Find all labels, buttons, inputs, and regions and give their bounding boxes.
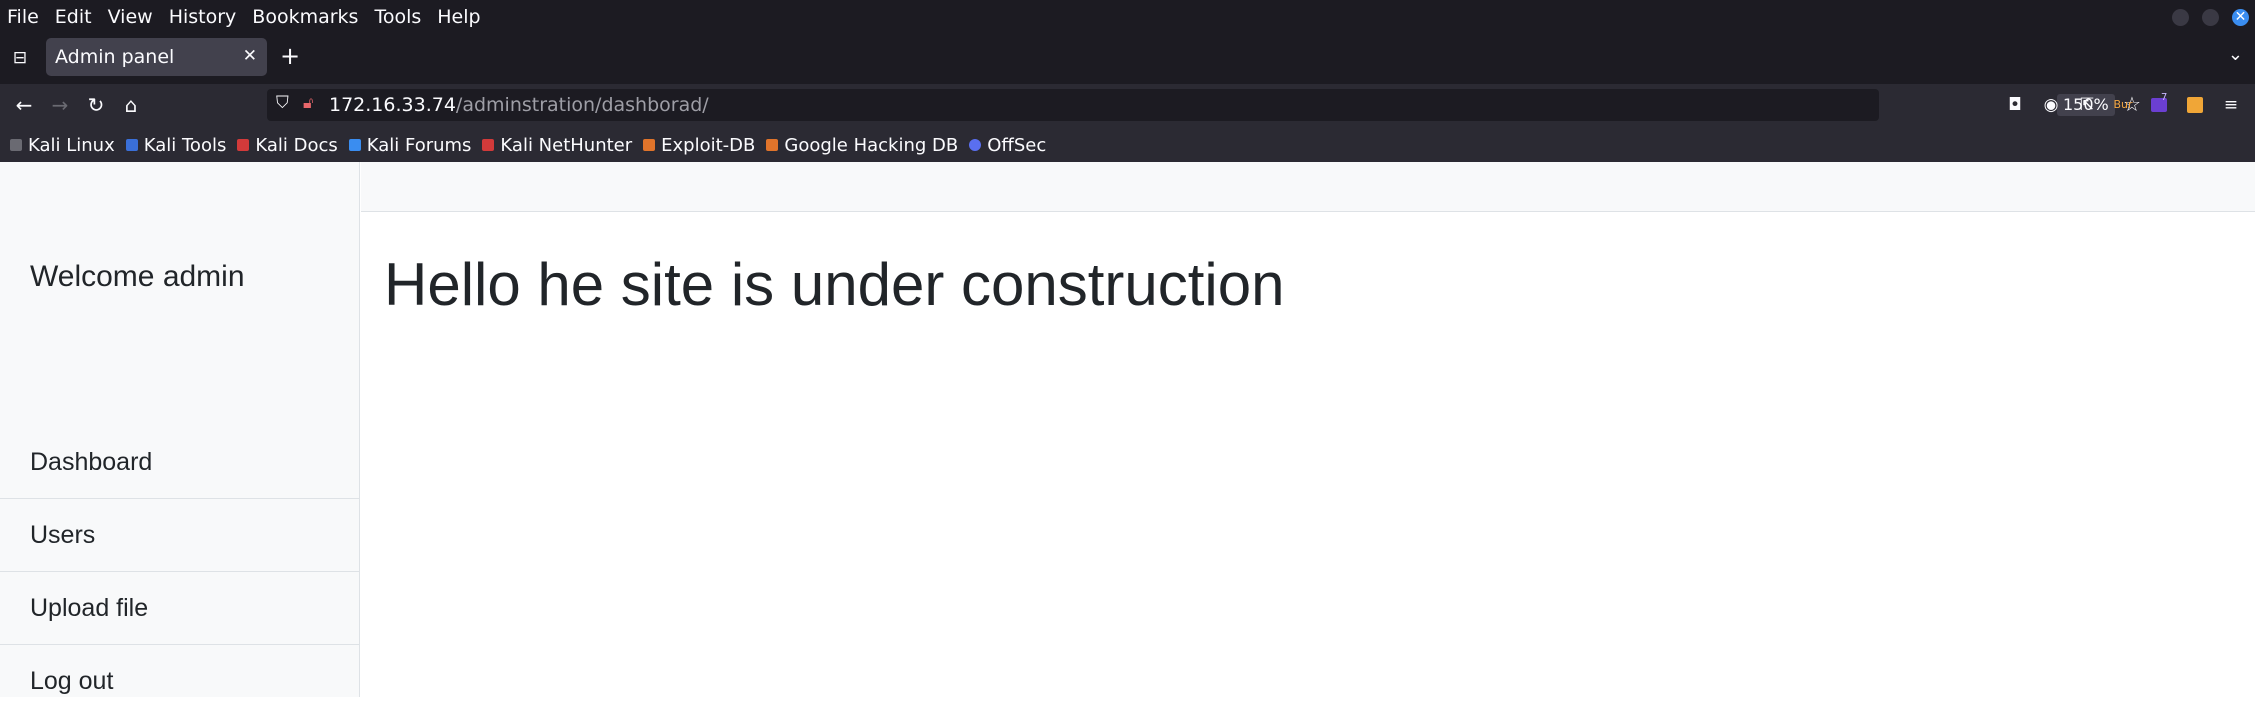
sidebar: Welcome admin Dashboard Users Upload fil… bbox=[0, 162, 360, 697]
pocket-icon[interactable]: ◘ bbox=[2003, 93, 2027, 117]
navigation-bar: ← → ↻ ⌂ ⛉ 🔓︎ 172.16.33.74/adminstration/… bbox=[0, 84, 2255, 128]
minimize-button[interactable] bbox=[2172, 8, 2189, 26]
bookmark-kali-tools[interactable]: Kali Tools bbox=[125, 135, 226, 156]
offsec-icon bbox=[969, 139, 982, 151]
close-window-button[interactable]: ✕ bbox=[2232, 8, 2249, 26]
kali-nethunter-icon bbox=[482, 139, 495, 151]
sidebar-item-log-out[interactable]: Log out bbox=[0, 645, 359, 718]
maximize-button[interactable] bbox=[2202, 8, 2219, 26]
exploit-db-icon bbox=[643, 139, 656, 151]
home-icon[interactable]: ⌂ bbox=[119, 92, 143, 118]
tab-bar: ⊟ Admin panel ✕ + ⌄ bbox=[0, 34, 2255, 84]
bookmarks-toolbar: Kali Linux Kali Tools Kali Docs Kali For… bbox=[0, 128, 2255, 162]
insecure-lock-icon[interactable]: 🔓︎ bbox=[303, 93, 313, 113]
menu-tools[interactable]: Tools bbox=[374, 6, 421, 28]
container-extension-icon[interactable] bbox=[2183, 93, 2207, 117]
menu-history[interactable]: History bbox=[169, 6, 237, 28]
address-bar[interactable]: ⛉ 🔓︎ 172.16.33.74/adminstration/dashbora… bbox=[267, 89, 2141, 121]
bookmark-kali-forums[interactable]: Kali Forums bbox=[348, 135, 471, 156]
bookmark-google-hacking-db[interactable]: Google Hacking DB bbox=[766, 135, 958, 156]
url-text[interactable]: 172.16.33.74/adminstration/dashborad/ bbox=[329, 94, 709, 116]
menu-file[interactable]: File bbox=[7, 6, 39, 28]
sidebar-item-dashboard[interactable]: Dashboard bbox=[0, 426, 359, 499]
sidebar-item-users[interactable]: Users bbox=[0, 499, 359, 572]
bookmark-exploit-db[interactable]: Exploit-DB bbox=[643, 135, 755, 156]
burp-extension-icon[interactable]: Bur bbox=[2111, 93, 2135, 117]
sidebar-heading: Welcome admin bbox=[30, 260, 245, 293]
menu-view[interactable]: View bbox=[108, 6, 153, 28]
extension-badge-count: 7 bbox=[2161, 92, 2168, 103]
menu-help[interactable]: Help bbox=[437, 6, 480, 28]
page-content: Welcome admin Dashboard Users Upload fil… bbox=[0, 162, 2255, 697]
bookmark-kali-linux[interactable]: Kali Linux bbox=[10, 135, 115, 156]
sidebar-item-upload-file[interactable]: Upload file bbox=[0, 572, 359, 645]
url-path: /adminstration/dashborad/ bbox=[455, 94, 709, 116]
menu-bar: File Edit View History Bookmarks Tools H… bbox=[0, 0, 2255, 34]
kali-linux-icon bbox=[10, 139, 22, 151]
url-host: 172.16.33.74 bbox=[329, 94, 456, 116]
chevron-down-icon[interactable]: ⌄ bbox=[2228, 44, 2243, 65]
kali-forums-icon bbox=[348, 139, 361, 151]
bookmark-kali-docs[interactable]: Kali Docs bbox=[237, 135, 338, 156]
account-icon[interactable]: ◉ bbox=[2039, 93, 2063, 117]
google-hacking-db-icon bbox=[766, 139, 779, 151]
extension-badge-icon[interactable]: 7 bbox=[2147, 92, 2171, 117]
close-tab-icon[interactable]: ✕ bbox=[243, 46, 257, 66]
kali-tools-icon bbox=[125, 139, 138, 151]
bookmark-offsec[interactable]: OffSec bbox=[969, 135, 1046, 156]
forward-arrow-icon[interactable]: → bbox=[48, 92, 72, 118]
bookmark-kali-nethunter[interactable]: Kali NetHunter bbox=[482, 135, 632, 156]
tab-list-icon[interactable]: ⊟ bbox=[9, 48, 31, 68]
tab-admin-panel[interactable]: Admin panel ✕ bbox=[46, 38, 267, 76]
tab-title: Admin panel bbox=[55, 46, 175, 68]
shield-icon[interactable]: ⛉ bbox=[276, 93, 289, 113]
kali-docs-icon bbox=[237, 139, 250, 151]
page-title: Hello he site is under construction bbox=[384, 251, 1285, 318]
new-tab-button[interactable]: + bbox=[280, 42, 300, 70]
menu-bookmarks[interactable]: Bookmarks bbox=[252, 6, 358, 28]
hamburger-menu-icon[interactable]: ≡ bbox=[2219, 93, 2243, 117]
sidebar-nav: Dashboard Users Upload file Log out bbox=[0, 426, 359, 718]
window-controls: ✕ bbox=[2172, 0, 2255, 34]
extensions-icon[interactable]: ⇱ bbox=[2075, 93, 2099, 117]
menu-edit[interactable]: Edit bbox=[55, 6, 92, 28]
back-arrow-icon[interactable]: ← bbox=[12, 92, 36, 118]
top-navbar bbox=[361, 162, 2255, 212]
reload-icon[interactable]: ↻ bbox=[84, 92, 108, 118]
